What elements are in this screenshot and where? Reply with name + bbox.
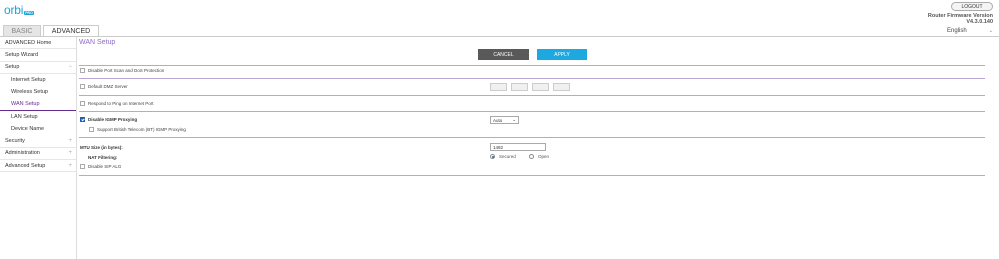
sidebar-item-label: ADVANCED Home bbox=[5, 39, 52, 46]
logo-text: orbi bbox=[4, 3, 24, 17]
support-bt-igmp-checkbox[interactable] bbox=[89, 127, 94, 132]
section-divider bbox=[79, 78, 985, 79]
sidebar-item-internet-setup[interactable]: Internet Setup bbox=[0, 74, 76, 86]
logout-button[interactable]: LOGOUT bbox=[951, 2, 993, 11]
tab-basic[interactable]: BASIC bbox=[3, 25, 41, 36]
language-select[interactable]: English ⌄ bbox=[947, 26, 993, 36]
sidebar-item-security[interactable]: Security + bbox=[0, 135, 76, 148]
dmz-ip-octet-4[interactable] bbox=[553, 83, 570, 91]
disable-sip-alg-checkbox[interactable] bbox=[80, 164, 85, 169]
sidebar-item-wireless-setup[interactable]: Wireless Setup bbox=[0, 86, 76, 98]
section-divider bbox=[79, 175, 985, 176]
disable-igmp-label: Disable IGMP Proxying bbox=[88, 117, 138, 122]
sidebar-item-advanced-setup[interactable]: Advanced Setup + bbox=[0, 160, 76, 173]
section-divider bbox=[79, 137, 985, 138]
default-dmz-label: Default DMZ Server bbox=[88, 84, 128, 89]
disable-port-scan-option[interactable]: Disable Port Scan and DoS Protection bbox=[80, 68, 164, 73]
nat-secured-radio[interactable] bbox=[490, 154, 495, 159]
main-content: WAN Setup CANCEL APPLY Disable Port Scan… bbox=[79, 37, 999, 259]
firmware-info: Router Firmware Version V4.3.0.140 bbox=[928, 13, 993, 25]
section-divider bbox=[79, 65, 985, 66]
collapse-icon[interactable]: − bbox=[68, 64, 72, 70]
logo-badge: PRO bbox=[24, 11, 34, 15]
disable-port-scan-label: Disable Port Scan and DoS Protection bbox=[88, 68, 165, 73]
disable-igmp-option[interactable]: Disable IGMP Proxying bbox=[80, 117, 137, 122]
mtu-label: MTU Size (in bytes): bbox=[80, 145, 123, 150]
sidebar-item-label: LAN Setup bbox=[11, 113, 38, 120]
page-title: WAN Setup bbox=[79, 39, 116, 46]
sidebar-item-label: Security bbox=[5, 138, 25, 145]
dmz-ip-octet-2[interactable] bbox=[511, 83, 528, 91]
nat-open-radio[interactable] bbox=[529, 154, 534, 159]
sidebar-item-wan-setup[interactable]: WAN Setup bbox=[0, 98, 76, 111]
nat-filtering-label: NAT Filtering: bbox=[88, 155, 118, 160]
sidebar-item-setup-wizard[interactable]: Setup Wizard bbox=[0, 49, 76, 62]
section-divider bbox=[79, 95, 985, 96]
sidebar-item-label: WAN Setup bbox=[11, 101, 40, 108]
nat-open-option[interactable]: Open bbox=[529, 154, 549, 159]
sidebar: ADVANCED Home Setup Wizard Setup − Intern… bbox=[0, 37, 77, 259]
nat-open-label: Open bbox=[538, 154, 550, 159]
mtu-value: 1492 bbox=[493, 144, 504, 150]
chevron-down-icon: ⌄ bbox=[988, 28, 993, 34]
main-tabs: BASIC ADVANCED bbox=[3, 25, 99, 36]
sidebar-item-label: Setup bbox=[5, 64, 20, 71]
dmz-ip-octet-3[interactable] bbox=[532, 83, 549, 91]
sidebar-item-label: Device Name bbox=[11, 126, 45, 133]
igmp-mode-value: Auto bbox=[493, 117, 503, 123]
support-bt-igmp-label: Support British Telecom (BT) IGMP Proxyi… bbox=[97, 127, 186, 132]
sidebar-item-label: Advanced Setup bbox=[5, 162, 46, 169]
sidebar-item-setup[interactable]: Setup − bbox=[0, 62, 76, 74]
igmp-mode-select[interactable]: Auto ⌄ bbox=[490, 116, 519, 124]
disable-sip-alg-label: Disable SIP ALG bbox=[88, 164, 122, 169]
nat-secured-option[interactable]: Secured bbox=[490, 154, 516, 159]
sidebar-item-label: Wireless Setup bbox=[11, 89, 48, 96]
disable-port-scan-checkbox[interactable] bbox=[80, 68, 85, 73]
dmz-ip-octet-1[interactable] bbox=[490, 83, 507, 91]
disable-igmp-checkbox[interactable] bbox=[80, 117, 85, 122]
sidebar-item-device-name[interactable]: Device Name bbox=[0, 123, 76, 135]
language-value: English bbox=[947, 28, 967, 34]
cancel-button[interactable]: CANCEL bbox=[478, 49, 529, 60]
sidebar-item-label: Administration bbox=[5, 150, 40, 157]
default-dmz-checkbox[interactable] bbox=[80, 84, 85, 89]
expand-icon[interactable]: + bbox=[68, 138, 72, 144]
tab-advanced[interactable]: ADVANCED bbox=[43, 25, 99, 36]
expand-icon[interactable]: + bbox=[68, 163, 72, 169]
firmware-version: V4.3.0.140 bbox=[966, 18, 993, 25]
respond-ping-label: Respond to Ping on Internet Port bbox=[88, 101, 154, 106]
mtu-input[interactable]: 1492 bbox=[490, 143, 546, 151]
respond-ping-option[interactable]: Respond to Ping on Internet Port bbox=[80, 101, 154, 106]
disable-sip-alg-option[interactable]: Disable SIP ALG bbox=[80, 164, 121, 169]
sidebar-item-label: Setup Wizard bbox=[5, 51, 39, 58]
chevron-down-icon: ⌄ bbox=[512, 117, 516, 122]
expand-icon[interactable]: + bbox=[68, 150, 72, 156]
nat-secured-label: Secured bbox=[499, 154, 516, 159]
sidebar-item-label: Internet Setup bbox=[11, 77, 46, 84]
sidebar-item-advanced-home[interactable]: ADVANCED Home bbox=[0, 37, 76, 50]
sidebar-item-administration[interactable]: Administration + bbox=[0, 148, 76, 160]
apply-button[interactable]: APPLY bbox=[537, 49, 587, 60]
respond-ping-checkbox[interactable] bbox=[80, 101, 85, 106]
support-bt-igmp-option[interactable]: Support British Telecom (BT) IGMP Proxyi… bbox=[89, 127, 186, 132]
default-dmz-option[interactable]: Default DMZ Server bbox=[80, 84, 128, 89]
section-divider bbox=[79, 111, 985, 112]
sidebar-item-lan-setup[interactable]: LAN Setup bbox=[0, 111, 76, 123]
orbi-logo: orbi PRO bbox=[4, 4, 34, 16]
